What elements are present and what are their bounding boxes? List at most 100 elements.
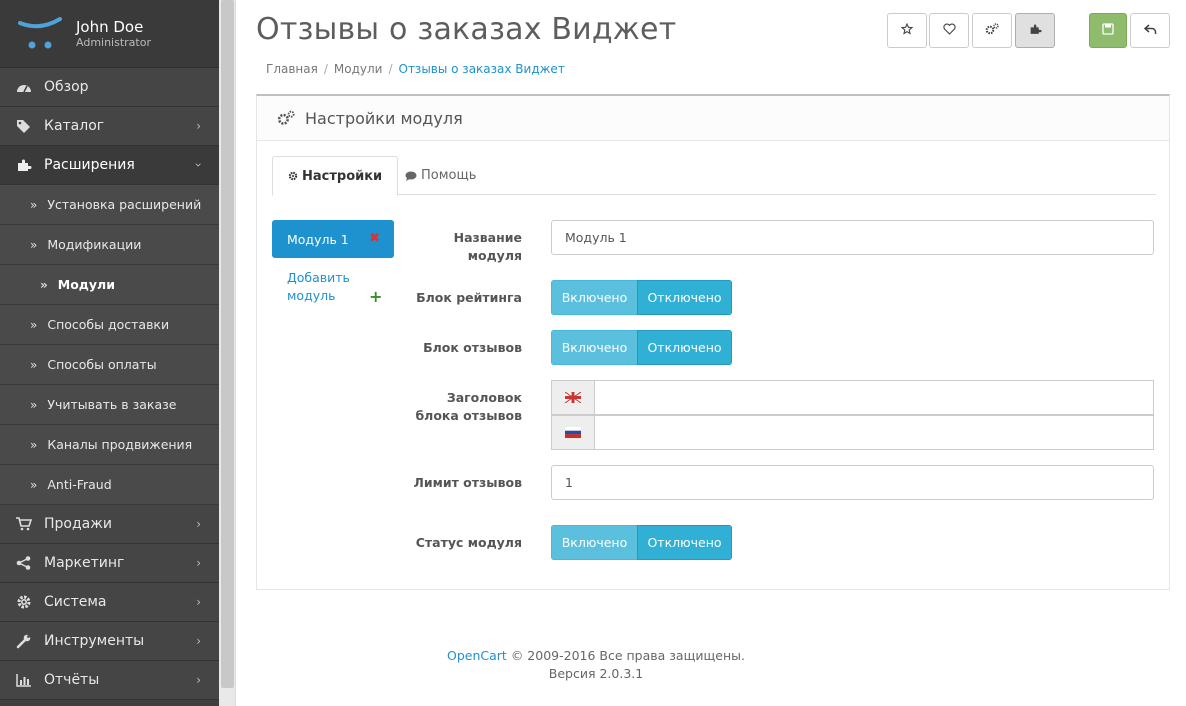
panel-title: Настройки модуля	[305, 108, 463, 128]
remove-icon[interactable]: ✖	[369, 231, 380, 246]
back-button[interactable]	[1130, 13, 1170, 48]
reviews-header-label: Заголовок блока отзывов	[415, 390, 522, 423]
star-icon	[900, 22, 914, 38]
menu-item-overview[interactable]: Обзор	[0, 68, 219, 107]
reply-icon	[1143, 23, 1157, 38]
comment-icon	[405, 171, 417, 181]
submenu-label: Способы доставки	[47, 317, 170, 332]
breadcrumb-home[interactable]: Главная	[266, 62, 318, 76]
breadcrumb-modules[interactable]: Модули	[334, 62, 383, 76]
module-1-tab[interactable]: Модуль 1 ✖	[272, 220, 394, 258]
tab-help[interactable]: Помощь	[390, 156, 491, 195]
submenu-item-shipping[interactable]: » Способы доставки	[0, 305, 219, 345]
submenu-item-modules[interactable]: » Модули	[0, 265, 219, 305]
save-button[interactable]	[1089, 13, 1127, 48]
submenu-label: Модификации	[47, 237, 142, 252]
breadcrumb-current[interactable]: Отзывы о заказах Виджет	[399, 62, 565, 76]
menu-item-marketing[interactable]: Маркетинг ›	[0, 544, 219, 583]
menu-item-catalog[interactable]: Каталог ›	[0, 107, 219, 146]
bar-chart-icon	[16, 672, 32, 688]
submenu-label: Модули	[57, 277, 115, 292]
chevron-right-icon: ›	[196, 119, 201, 133]
double-chevron-icon: »	[30, 357, 38, 372]
header-en-row	[551, 380, 1154, 415]
tabs: Настройки Помощь	[272, 156, 1156, 196]
chevron-right-icon: ›	[196, 517, 201, 531]
status-disabled-button[interactable]: Отключено	[637, 525, 732, 560]
reviews-limit-input[interactable]: 1	[551, 465, 1154, 500]
submenu-item-install[interactable]: » Установка расширений	[0, 185, 219, 225]
settings-button[interactable]	[972, 13, 1012, 48]
chevron-right-icon: ›	[196, 673, 201, 687]
menu-label: Расширения	[44, 157, 135, 173]
plus-icon[interactable]: +	[369, 287, 382, 306]
menu-item-reports[interactable]: Отчёты ›	[0, 661, 219, 700]
reviews-limit-label: Лимит отзывов	[413, 475, 522, 490]
scrollbar-thumb[interactable]	[221, 0, 234, 688]
menu-label: Обзор	[44, 79, 89, 95]
cart-icon	[16, 516, 32, 532]
heart-button[interactable]	[929, 13, 969, 48]
heart-icon	[942, 23, 956, 38]
double-chevron-icon: »	[40, 277, 48, 292]
module-name-label: Название модуля	[453, 230, 522, 263]
share-icon	[16, 555, 32, 571]
save-icon	[1102, 23, 1114, 38]
double-chevron-icon: »	[30, 237, 38, 252]
rating-disabled-button[interactable]: Отключено	[637, 280, 732, 315]
star-button[interactable]	[887, 13, 927, 48]
menu-label: Система	[44, 594, 107, 610]
rating-block-toggle: Включено Отключено	[551, 280, 732, 315]
cogs-icon	[985, 23, 999, 38]
profile-name: John Doe	[76, 17, 144, 36]
sidebar: John Doe Administrator Обзор Каталог › Р…	[0, 0, 219, 706]
opencart-link[interactable]: OpenCart	[447, 648, 507, 663]
menu-label: Продажи	[44, 516, 112, 532]
submenu-item-modifications[interactable]: » Модификации	[0, 225, 219, 265]
panel-heading: Настройки модуля	[257, 96, 1169, 141]
rating-block-label: Блок рейтинга	[416, 290, 522, 305]
profile[interactable]: John Doe Administrator	[0, 0, 219, 68]
extension-button[interactable]	[1015, 13, 1055, 48]
add-module-link[interactable]: Добавить модуль	[287, 269, 357, 305]
footer: OpenCart © 2009-2016 Все права защищены.…	[256, 647, 936, 683]
double-chevron-icon: »	[30, 197, 38, 212]
header-ru-row	[551, 415, 1154, 450]
module-name-input[interactable]: Модуль 1	[551, 220, 1154, 255]
submenu-label: Установка расширений	[47, 197, 202, 212]
chevron-down-icon: ›	[191, 162, 206, 168]
cog-icon	[16, 594, 32, 610]
header-ru-input[interactable]	[595, 415, 1154, 450]
sidebar-scrollbar[interactable]	[219, 0, 236, 706]
rating-enabled-button[interactable]: Включено	[551, 280, 637, 315]
tab-settings[interactable]: Настройки	[272, 156, 399, 196]
submenu-item-order-totals[interactable]: » Учитывать в заказе	[0, 385, 219, 425]
menu-label: Маркетинг	[44, 555, 125, 571]
wrench-icon	[16, 633, 32, 649]
chevron-right-icon: ›	[196, 556, 201, 570]
header-en-input[interactable]	[595, 380, 1154, 415]
menu-item-sales[interactable]: Продажи ›	[0, 505, 219, 544]
menu-label: Отчёты	[44, 672, 100, 688]
version-text: Версия 2.0.3.1	[548, 666, 644, 681]
dashboard-icon	[16, 79, 32, 95]
reviews-block-label: Блок отзывов	[423, 340, 522, 355]
double-chevron-icon: »	[30, 437, 38, 452]
menu-item-extensions[interactable]: Расширения ›	[0, 146, 219, 185]
submenu-label: Anti-Fraud	[47, 477, 112, 492]
cogs-icon	[277, 110, 295, 126]
submenu-item-payment[interactable]: » Способы оплаты	[0, 345, 219, 385]
reviews-enabled-button[interactable]: Включено	[551, 330, 637, 365]
submenu-item-anti-fraud[interactable]: » Anti-Fraud	[0, 465, 219, 505]
submenu-item-feeds[interactable]: » Каналы продвижения	[0, 425, 219, 465]
puzzle-icon	[1029, 23, 1042, 38]
submenu-label: Каналы продвижения	[47, 437, 193, 452]
double-chevron-icon: »	[30, 317, 38, 332]
copyright-text: © 2009-2016 Все права защищены.	[506, 648, 745, 663]
reviews-disabled-button[interactable]: Отключено	[637, 330, 732, 365]
puzzle-icon	[16, 157, 32, 173]
opencart-logo-icon	[18, 16, 62, 51]
menu-item-system[interactable]: Система ›	[0, 583, 219, 622]
menu-item-tools[interactable]: Инструменты ›	[0, 622, 219, 661]
status-enabled-button[interactable]: Включено	[551, 525, 637, 560]
